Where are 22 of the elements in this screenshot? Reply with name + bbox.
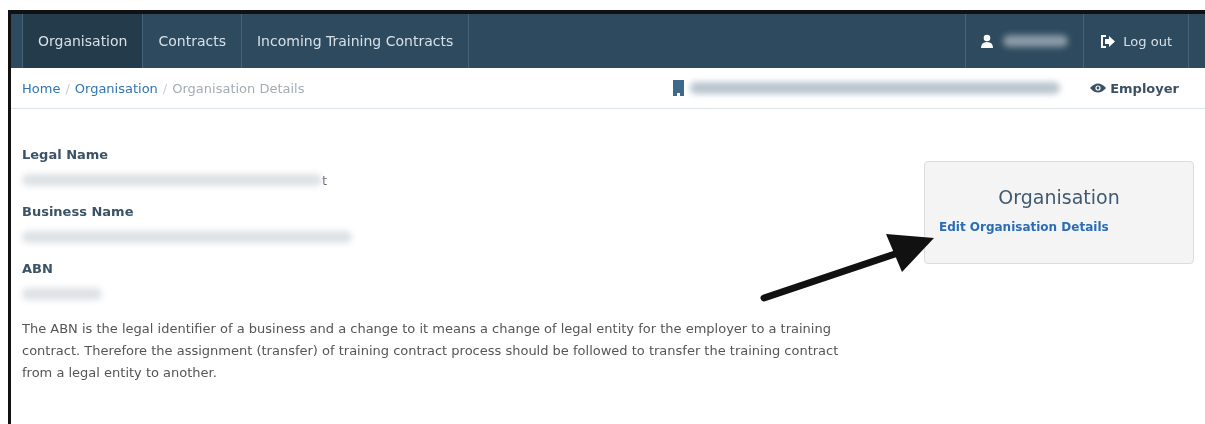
field-label: Legal Name — [22, 147, 110, 162]
card-title: Organisation — [998, 186, 1120, 208]
user-icon — [981, 34, 994, 48]
breadcrumb-separator: / — [162, 80, 168, 96]
breadcrumb-link[interactable]: Home — [22, 80, 61, 96]
breadcrumb-separator: / — [65, 80, 70, 96]
logout-button[interactable]: Log out — [1083, 14, 1189, 68]
breadcrumb-link[interactable]: Organisation — [74, 80, 158, 96]
field-label: ABN — [22, 261, 54, 276]
nav-tab[interactable]: Incoming Training Contracts — [242, 14, 470, 68]
role-label: Employer — [1090, 80, 1179, 96]
nav-tab[interactable]: Organisation — [22, 14, 144, 68]
redacted-text — [1003, 35, 1069, 47]
breadcrumb-current: Organisation Details — [172, 80, 305, 96]
eye-icon — [1090, 83, 1107, 93]
field-label: Business Name — [22, 204, 135, 219]
abn-note: The ABN is the legal identifier of a business and a change to it means a change of legal entity for the employer to a training contract. Therefore the assignment (transfer) of training contract process should be followed to transfer the training contract from a legal entity to another. — [22, 320, 840, 382]
field-value: t — [322, 172, 328, 188]
nav-tab[interactable]: Contracts — [143, 14, 242, 68]
logout-icon — [1100, 34, 1116, 48]
building-icon — [673, 80, 685, 96]
edit-organisation-link[interactable]: Edit Organisation Details — [939, 220, 1109, 234]
